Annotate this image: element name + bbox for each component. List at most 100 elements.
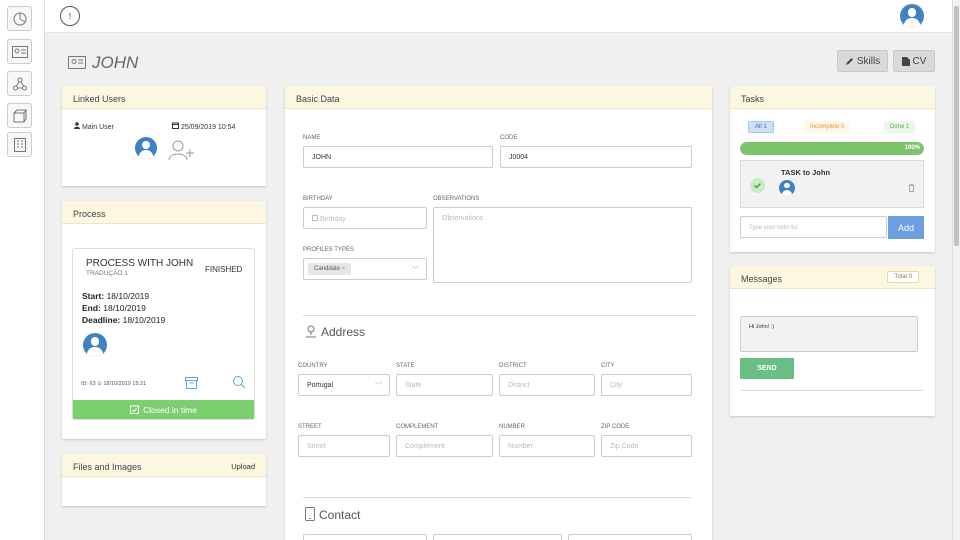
code-field[interactable]: J0004 — [500, 146, 692, 168]
complement-field[interactable]: Complement — [396, 435, 493, 457]
upload-button[interactable]: Upload — [231, 462, 255, 471]
country-label: COUNTRY — [298, 363, 328, 369]
scrollbar[interactable] — [952, 0, 960, 540]
street-label: STREET — [298, 424, 322, 430]
process-heading: Process — [62, 201, 266, 224]
linked-users-heading: Linked Users — [62, 86, 266, 109]
district-label: DISTRICT — [499, 363, 527, 369]
process-dates: Start: 18/10/2019 End: 18/10/2019 Deadli… — [82, 290, 165, 326]
trash-icon[interactable] — [908, 184, 915, 194]
network-icon[interactable] — [7, 71, 32, 96]
zip-label: ZIP CODE — [601, 424, 630, 430]
files-heading: Files and Images Upload — [62, 454, 266, 477]
closed-label: Closed in time — [143, 404, 197, 415]
start-date: 18/10/2019 — [106, 291, 150, 301]
closed-in-time-bar: Closed in time — [73, 400, 254, 419]
observations-label: OBSERVATIONS — [433, 196, 480, 202]
id-card-icon — [68, 56, 86, 69]
remove-tag-icon[interactable]: × — [342, 266, 346, 272]
box-icon[interactable] — [7, 103, 32, 128]
add-user-icon[interactable] — [168, 139, 196, 163]
linked-date-row: 25/09/2019 10:54 — [172, 122, 235, 131]
contact-field[interactable] — [568, 534, 692, 540]
name-field[interactable]: JOHN — [303, 146, 493, 168]
chevron-down-icon: ﹀ — [375, 383, 382, 390]
calendar-icon — [172, 122, 179, 129]
add-task-button[interactable]: Add — [888, 216, 924, 239]
deadline-date: 18/10/2019 — [122, 315, 166, 325]
task-title: TASK to John — [781, 168, 831, 177]
process-meta: ID: 63 ⊙ 18/10/2019 15:21 — [81, 381, 147, 387]
cv-button[interactable]: CV — [893, 50, 935, 72]
process-avatar[interactable] — [83, 333, 107, 357]
city-field[interactable]: City — [601, 374, 692, 396]
search-icon[interactable] — [232, 375, 246, 391]
task-item[interactable]: TASK to John — [740, 160, 924, 208]
progress-fill — [740, 142, 924, 155]
user-avatar[interactable] — [900, 4, 924, 28]
messages-panel: Messages Total 0 Hi John! :) SEND — [730, 266, 935, 416]
profile-tag-label: Canddate — [314, 266, 341, 272]
name-label: NAME — [303, 135, 321, 141]
observations-textarea[interactable]: Observations — [433, 207, 692, 283]
separator — [303, 497, 692, 498]
calendar-icon — [312, 215, 318, 221]
scrollbar-thumb[interactable] — [954, 6, 959, 246]
todo-input[interactable]: Type your todo list — [740, 216, 887, 238]
country-value: Portugal — [307, 382, 334, 389]
birthday-field[interactable]: Birthday — [303, 207, 427, 229]
end-label: End: — [82, 303, 101, 313]
birthday-label: BIRTHDAY — [303, 196, 333, 202]
check-icon[interactable] — [750, 178, 765, 193]
code-label: CODE — [500, 135, 518, 141]
pencil-icon — [845, 57, 853, 65]
process-name: PROCESS WITH JOHN — [86, 258, 194, 269]
id-card-icon[interactable] — [7, 39, 32, 64]
file-icon — [901, 56, 910, 66]
main-user-label: Main User — [81, 124, 114, 131]
deadline-label: Deadline: — [82, 315, 121, 325]
number-label: NUMBER — [499, 424, 526, 430]
process-status: FINISHED — [205, 265, 243, 274]
skills-button[interactable]: Skills — [837, 50, 888, 72]
profiles-select[interactable]: Canddate × ﹀ — [303, 258, 427, 280]
process-card[interactable]: PROCESS WITH JOHN TRADUÇÃO 1 FINISHED St… — [72, 248, 255, 420]
sidebar — [0, 0, 45, 540]
start-label: Start: — [82, 291, 105, 301]
profile-tag[interactable]: Canddate × — [308, 263, 352, 275]
contact-field[interactable] — [433, 534, 562, 540]
separator — [740, 390, 924, 391]
send-button[interactable]: SEND — [740, 358, 794, 379]
skills-label: Skills — [856, 55, 881, 67]
archive-icon[interactable] — [185, 377, 198, 391]
cv-label: CV — [912, 55, 927, 67]
birthday-placeholder: Birthday — [319, 216, 346, 223]
messages-heading: Messages Total 0 — [730, 266, 935, 289]
district-field[interactable]: District — [499, 374, 595, 396]
filter-done[interactable]: Done 1 — [884, 121, 916, 133]
top-bar — [45, 0, 952, 33]
contact-field[interactable] — [303, 534, 427, 540]
linked-user-avatar[interactable] — [135, 137, 157, 159]
task-avatar — [779, 180, 795, 196]
state-field[interactable]: State — [396, 374, 493, 396]
process-subtitle: TRADUÇÃO 1 — [86, 270, 128, 277]
progress-label: 100% — [904, 145, 920, 151]
street-field[interactable]: Street — [298, 435, 390, 457]
number-field[interactable]: Number — [499, 435, 595, 457]
phone-icon — [305, 507, 315, 523]
filter-incomplete[interactable]: Incomplete 0 — [804, 121, 851, 133]
city-label: CITY — [601, 363, 615, 369]
building-icon[interactable] — [7, 132, 32, 157]
page-title: JOHN — [92, 53, 139, 72]
dashboard-icon[interactable] — [7, 6, 32, 31]
messages-total-badge: Total 0 — [887, 271, 919, 283]
filter-all[interactable]: All 1 — [748, 121, 774, 133]
tasks-panel: Tasks All 1 Incomplete 0 Done 1 100% TAS… — [730, 86, 935, 252]
process-panel: Process PROCESS WITH JOHN TRADUÇÃO 1 FIN… — [62, 201, 266, 439]
address-title: Address — [321, 325, 366, 339]
country-select[interactable]: Portugal ﹀ — [298, 374, 390, 396]
message-textarea[interactable]: Hi John! :) — [740, 316, 918, 352]
zip-field[interactable]: Zip Code — [601, 435, 692, 457]
info-button[interactable]: ! — [60, 6, 80, 26]
